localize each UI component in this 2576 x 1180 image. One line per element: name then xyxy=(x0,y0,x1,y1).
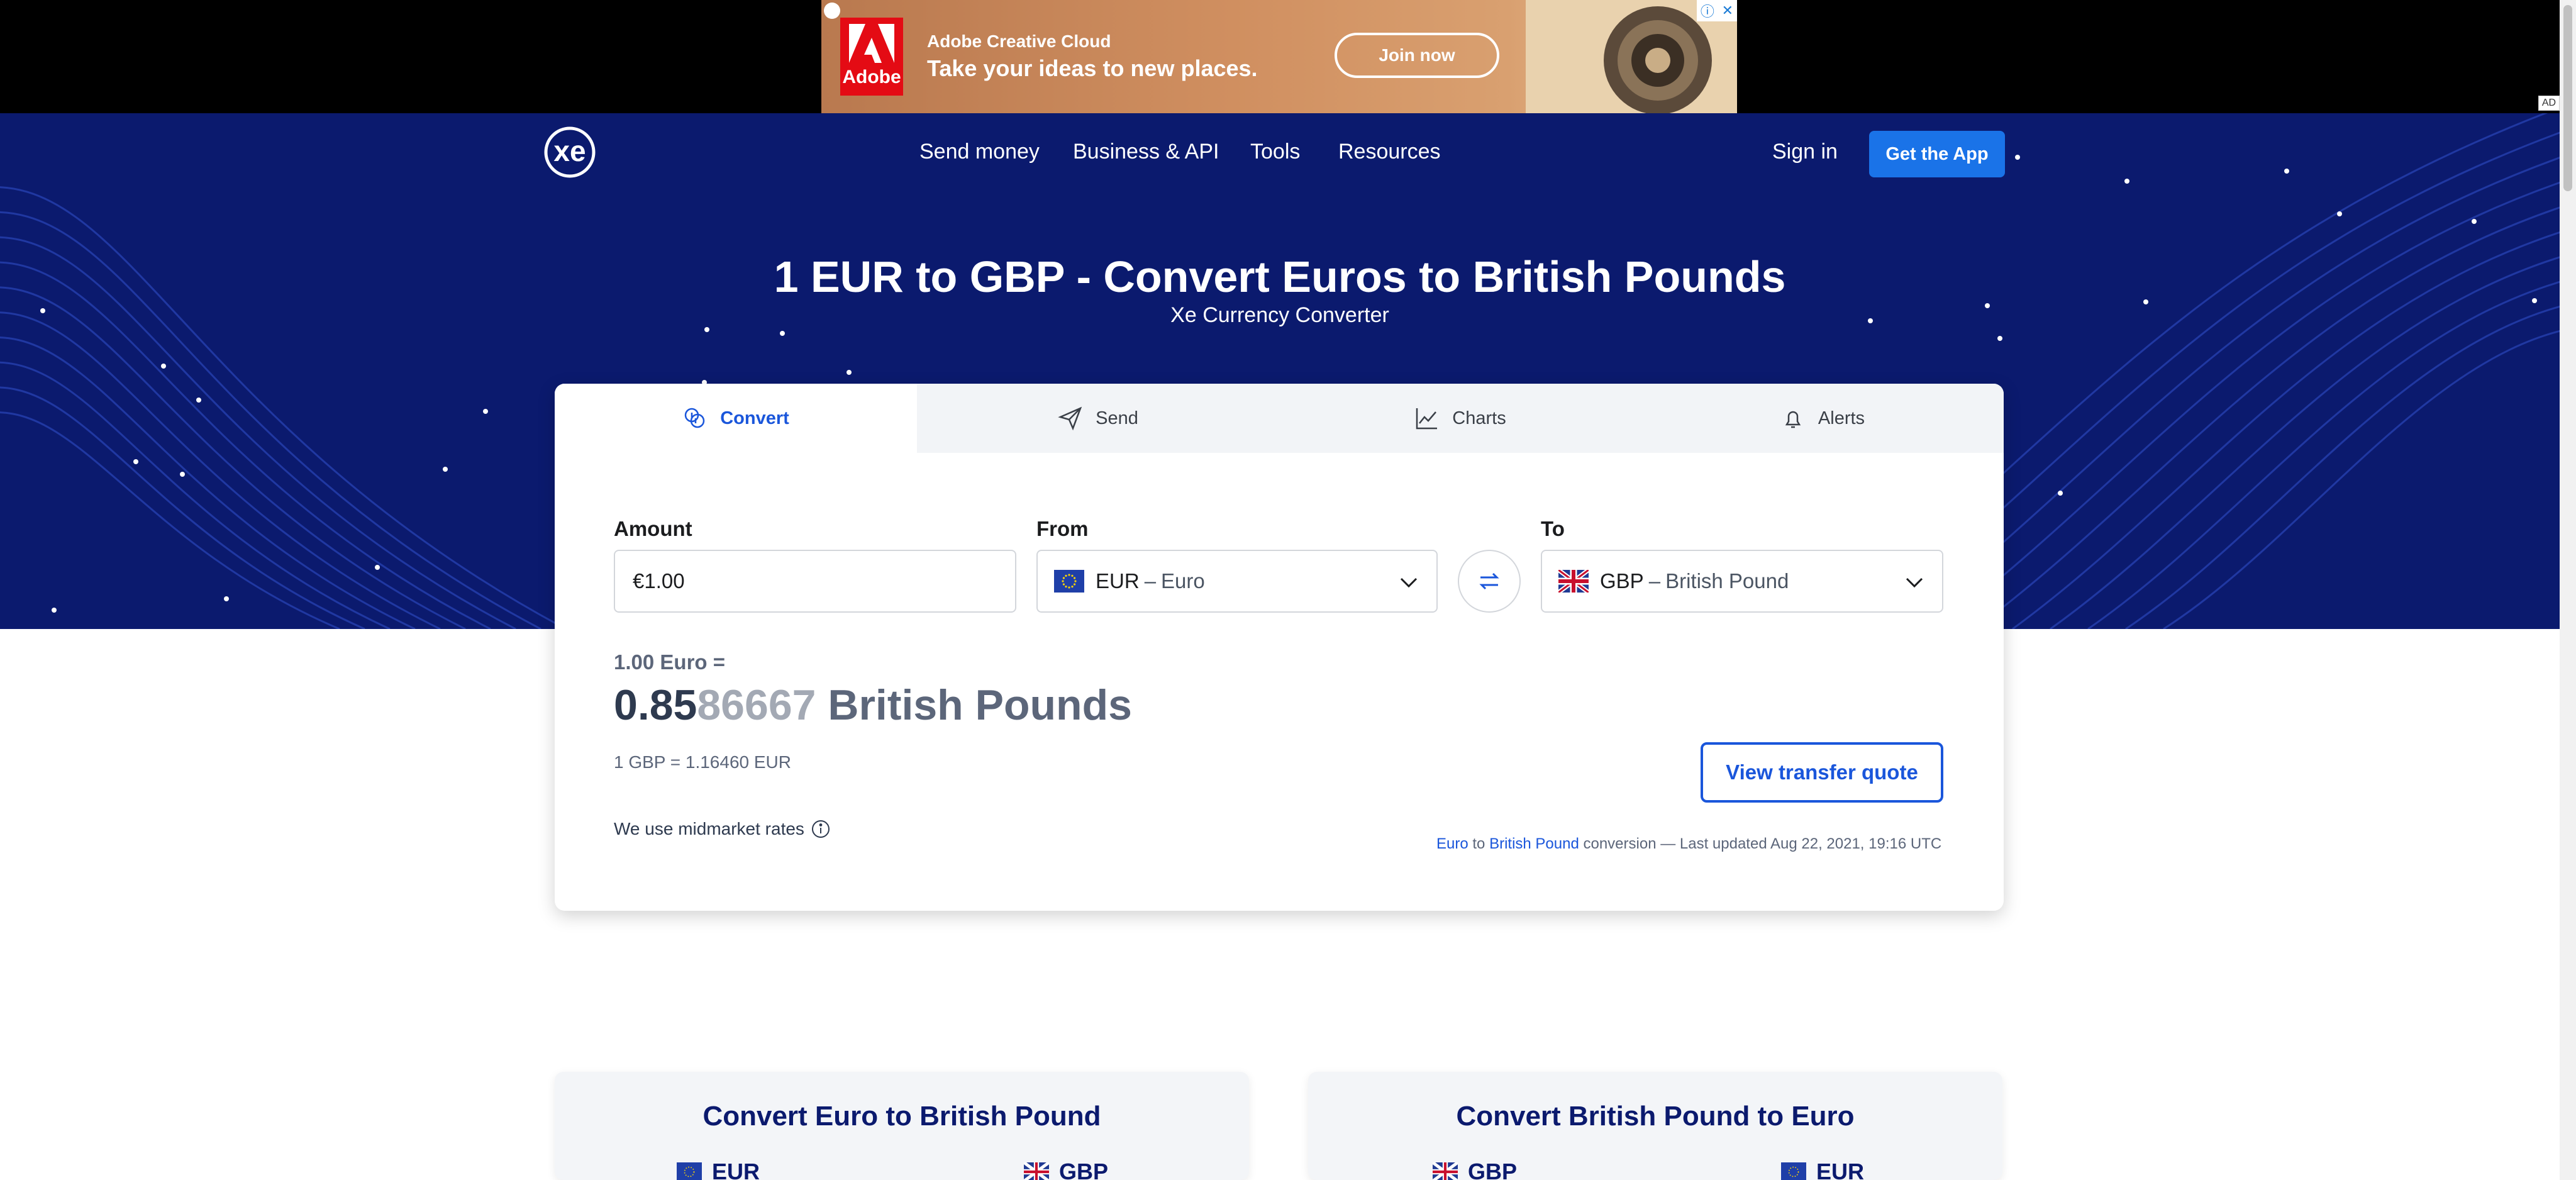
to-name: British Pound xyxy=(1665,569,1789,593)
paper-plane-icon xyxy=(1058,406,1082,431)
result-main-digits: 0.85 xyxy=(614,681,697,729)
scrollbar[interactable] xyxy=(2560,0,2576,1180)
uk-flag-icon xyxy=(1558,570,1589,593)
updated-text: conversion — Last updated Aug 22, 2021, … xyxy=(1583,835,1942,852)
amount-input[interactable]: €1.00 xyxy=(614,550,1016,613)
from-name: Euro xyxy=(1161,569,1205,593)
svg-text:xe: xe xyxy=(553,135,586,167)
from-separator: – xyxy=(1144,569,1157,593)
currency-code: GBP xyxy=(1059,1159,1109,1180)
midmarket-text: We use midmarket rates xyxy=(614,819,804,838)
from-code: EUR xyxy=(1096,569,1140,593)
currency-code: EUR xyxy=(712,1159,760,1180)
view-transfer-quote-button[interactable]: View transfer quote xyxy=(1701,742,1943,803)
tab-convert[interactable]: Convert xyxy=(555,384,917,453)
scrollbar-thumb[interactable] xyxy=(2563,5,2572,191)
currency-eur: EUR xyxy=(1781,1159,1864,1180)
nav-business-api[interactable]: Business & API xyxy=(1073,140,1219,164)
coins-icon xyxy=(684,408,705,428)
tab-send-label: Send xyxy=(1096,408,1138,428)
tab-alerts-label: Alerts xyxy=(1818,408,1865,428)
sign-in-link[interactable]: Sign in xyxy=(1772,140,1838,164)
result-from-amount: 1.00 Euro = xyxy=(614,650,726,674)
eu-flag-icon xyxy=(677,1162,702,1180)
nav-tools[interactable]: Tools xyxy=(1250,140,1300,164)
to-code: GBP xyxy=(1600,569,1644,593)
to-label: To xyxy=(1541,517,1565,540)
midmarket-note: We use midmarket rates xyxy=(614,819,831,839)
ad-headline: Adobe Creative Cloud xyxy=(927,31,1111,51)
last-updated: Euro to British Pound conversion — Last … xyxy=(1436,835,1941,853)
currency-gbp: GBP xyxy=(1433,1159,1517,1180)
ad-tag: AD xyxy=(2538,96,2560,111)
amount-value: €1.00 xyxy=(633,569,685,593)
ad-bar: Adobe Adobe Creative Cloud Take your ide… xyxy=(0,0,2560,113)
currency-code: GBP xyxy=(1468,1159,1518,1180)
converter-tabs: Convert Send Charts Alerts xyxy=(555,384,2004,453)
from-label: From xyxy=(1036,517,1089,540)
info-icon[interactable] xyxy=(811,819,831,839)
convert-eur-gbp-card: Convert Euro to British Pound EUR GBP xyxy=(555,1072,1249,1180)
convert-eur-gbp-title: Convert Euro to British Pound xyxy=(702,1101,1101,1132)
ad-choices[interactable]: ⓘ ✕ xyxy=(1697,0,1737,21)
chevron-down-icon xyxy=(1400,577,1418,588)
info-icon[interactable]: ⓘ xyxy=(1701,1,1714,21)
chevron-down-icon xyxy=(1906,577,1923,588)
result-unit: British Pounds xyxy=(828,681,1132,729)
xe-logo[interactable]: xe xyxy=(538,126,604,179)
currency-gbp: GBP xyxy=(1024,1159,1108,1180)
line-chart-icon xyxy=(1416,408,1438,430)
to-currency-select[interactable]: GBP – British Pound xyxy=(1541,550,1943,613)
get-app-button[interactable]: Get the App xyxy=(1869,131,2005,177)
ad-brand: Adobe xyxy=(842,67,901,87)
ad-badge-icon xyxy=(824,3,840,19)
tab-charts[interactable]: Charts xyxy=(1279,384,1641,453)
close-icon[interactable]: ✕ xyxy=(1722,3,1733,19)
swap-currencies-button[interactable] xyxy=(1458,550,1521,613)
tab-send[interactable]: Send xyxy=(917,384,1279,453)
convert-gbp-eur-card: Convert British Pound to Euro GBP EUR xyxy=(1308,1072,2002,1180)
euro-link[interactable]: Euro xyxy=(1436,835,1468,852)
uk-flag-icon xyxy=(1024,1162,1049,1180)
uk-flag-icon xyxy=(1433,1162,1458,1180)
amount-label: Amount xyxy=(614,517,692,540)
to-separator: – xyxy=(1648,569,1661,593)
page-title: 1 EUR to GBP - Convert Euros to British … xyxy=(774,252,1786,301)
ad-tagline: Take your ideas to new places. xyxy=(927,55,1258,81)
bell-icon xyxy=(1785,411,1801,428)
ad-join-button[interactable]: Join now xyxy=(1335,33,1499,78)
nav-resources[interactable]: Resources xyxy=(1338,140,1441,164)
currency-eur: EUR xyxy=(677,1159,760,1180)
currency-code: EUR xyxy=(1816,1159,1865,1180)
updated-to-word: to xyxy=(1472,835,1485,852)
eu-flag-icon xyxy=(1054,570,1084,593)
eu-flag-icon xyxy=(1781,1162,1806,1180)
tab-charts-label: Charts xyxy=(1452,408,1506,428)
result-converted-amount: 0.8586667 British Pounds xyxy=(614,681,1132,730)
ad-banner[interactable]: Adobe Adobe Creative Cloud Take your ide… xyxy=(821,0,1737,113)
from-currency-select[interactable]: EUR – Euro xyxy=(1036,550,1438,613)
convert-gbp-eur-title: Convert British Pound to Euro xyxy=(1456,1101,1855,1132)
inverse-rate: 1 GBP = 1.16460 EUR xyxy=(614,752,791,772)
nav-send-money[interactable]: Send money xyxy=(919,140,1040,164)
swap-arrows-icon xyxy=(1479,572,1499,590)
british-pound-link[interactable]: British Pound xyxy=(1489,835,1579,852)
tab-alerts[interactable]: Alerts xyxy=(1641,384,2004,453)
page-subtitle: Xe Currency Converter xyxy=(1170,303,1389,327)
result-extra-digits: 86667 xyxy=(697,681,816,729)
tab-convert-label: Convert xyxy=(720,408,789,428)
adobe-logo: Adobe xyxy=(840,18,903,96)
